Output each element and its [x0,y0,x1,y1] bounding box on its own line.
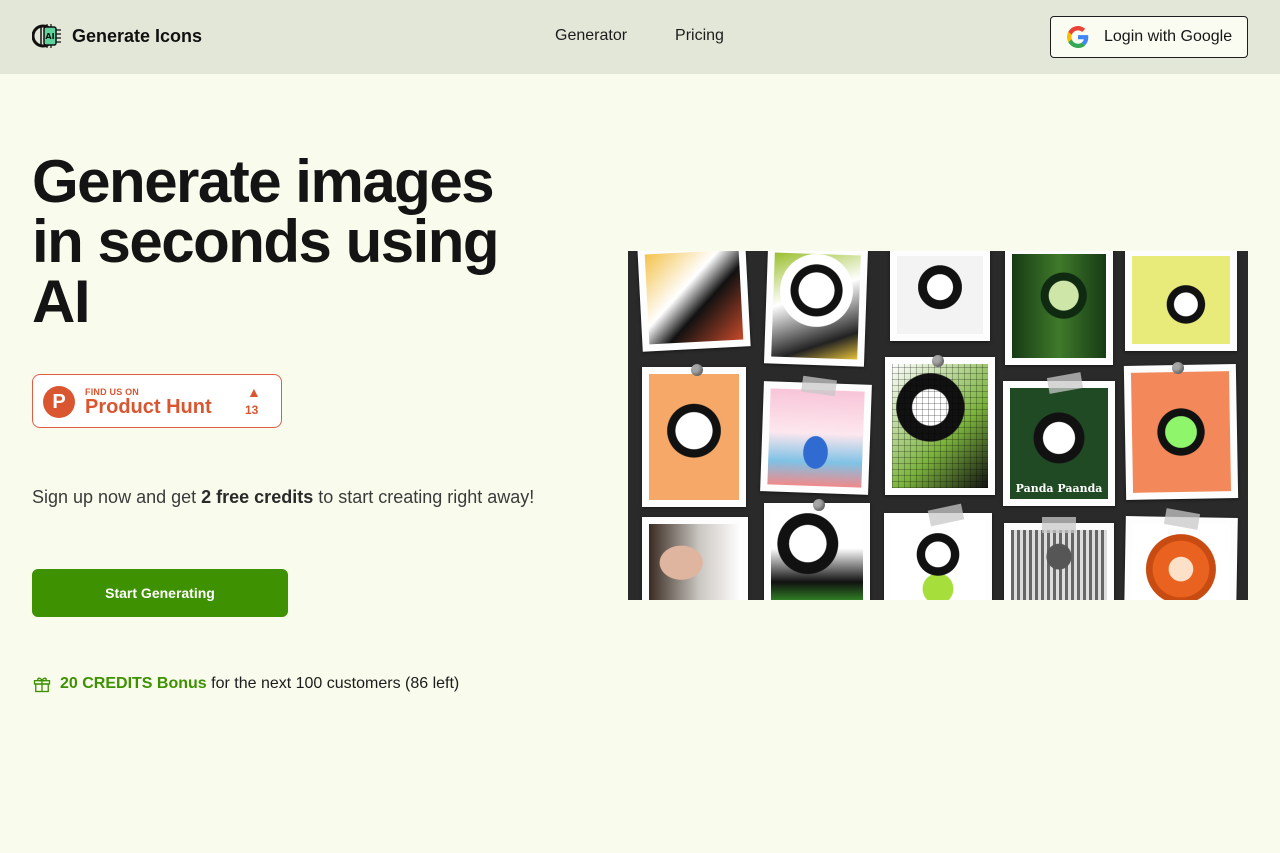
google-icon [1067,26,1089,48]
login-with-google-button[interactable]: Login with Google [1050,16,1248,58]
gallery-tile [642,367,746,507]
product-hunt-badge[interactable]: P FIND US ON Product Hunt ▲ 13 [32,374,282,428]
svg-text:AI: AI [45,32,54,41]
gallery-tile [884,513,992,600]
gallery-tile [642,517,748,600]
nav-link-generator[interactable]: Generator [555,27,627,45]
product-hunt-logo-icon: P [43,386,75,418]
pin [932,355,944,367]
gallery-tile [1125,251,1237,351]
triangle-up-icon: ▲ [247,384,261,400]
signup-text: Sign up now and get 2 free credits to st… [32,487,534,508]
hero-title-line-3: AI [32,268,91,335]
signup-text-credits: 2 free credits [201,487,314,507]
gallery-tile [1004,523,1114,600]
ai-chip-icon: AI [32,24,61,48]
pin [1172,362,1184,374]
login-button-label: Login with Google [1104,28,1233,45]
hero-title-line-2: in seconds using [32,208,500,275]
pin [691,364,703,376]
gallery-tile [890,251,990,341]
generated-images-showcase: Panda Paanda [628,251,1248,600]
gallery-tile [1123,364,1239,500]
gallery-tile: Panda Paanda [1003,381,1115,506]
gallery-tile [885,357,995,495]
nav-link-pricing[interactable]: Pricing [675,27,724,45]
pin [813,499,825,511]
main-nav: Generator Pricing [555,27,724,45]
product-hunt-upvote-count: 13 [245,403,259,417]
signup-text-after: to start creating right away! [313,487,535,507]
hero-title: Generate images in seconds using AI [32,152,552,332]
bonus-banner: 20 CREDITS Bonus for the next 100 custom… [32,674,459,694]
bonus-highlight: 20 CREDITS Bonus [60,675,207,692]
gallery-tile [763,251,869,367]
tape [1042,517,1076,533]
gallery-tile [1005,251,1113,365]
gallery-tile [637,251,751,352]
gift-icon [33,677,51,693]
signup-text-before: Sign up now and get [32,487,202,507]
gallery-tile [764,503,870,600]
top-navigation-bar: AI Generate Icons Generator Pricing Logi… [0,0,1280,74]
hero-title-line-1: Generate images [32,148,495,215]
gallery-tile [1124,516,1238,600]
brand-name: Generate Icons [72,25,203,46]
gallery-tile [760,381,872,495]
image-caption: Panda Paanda [1015,482,1103,495]
bonus-text: for the next 100 customers (86 left) [206,675,460,692]
product-hunt-label: Product Hunt [85,396,212,418]
brand[interactable]: AI Generate Icons [32,20,202,52]
start-generating-button[interactable]: Start Generating [32,569,288,617]
